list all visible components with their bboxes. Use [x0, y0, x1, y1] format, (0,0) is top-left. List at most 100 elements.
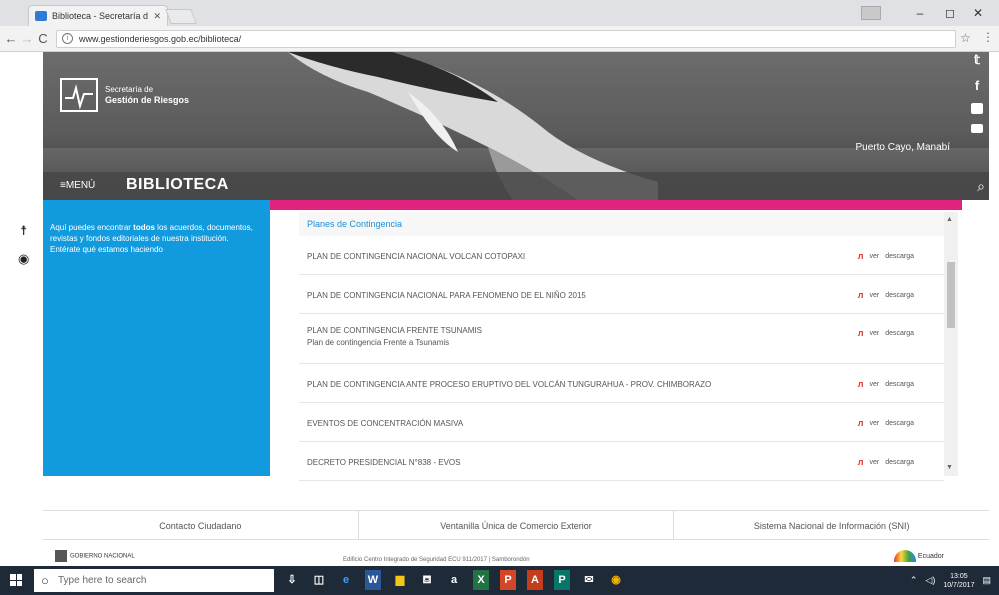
taskbar-apps: ⇩ ◫ e W ▆ ⛾ a X P A P ✉ ◉ [284, 570, 624, 590]
volume-icon[interactable]: ◁) [925, 575, 935, 586]
pdf-icon: ᴫ [857, 457, 864, 467]
edge-browser-icon[interactable]: e [338, 570, 354, 590]
view-link[interactable]: ver [869, 420, 879, 427]
menu-strip: ≡MENÚ BIBLIOTECA [43, 172, 989, 200]
clock-date: 10/7/2017 [943, 581, 975, 589]
view-link[interactable]: ver [869, 253, 879, 260]
pdf-icon: ᴫ [857, 379, 864, 389]
hero-banner: Secretaría de Gestión de Riesgos Puerto … [43, 52, 989, 200]
close-window-button[interactable]: ✕ [966, 4, 990, 22]
government-logo: GOBIERNO NACIONAL [55, 550, 135, 562]
microphone-icon[interactable]: ⇩ [284, 570, 300, 590]
download-link[interactable]: descarga [885, 253, 914, 260]
download-link[interactable]: descarga [885, 292, 914, 299]
minimize-button[interactable]: – [908, 4, 932, 22]
site-favicon-icon [35, 11, 47, 21]
footer-link-sni[interactable]: Sistema Nacional de Información (SNI) [674, 511, 989, 539]
photo-location: Puerto Cayo, Manabí [855, 142, 951, 153]
pdf-icon: ᴫ [857, 290, 864, 300]
excel-icon[interactable]: X [473, 570, 489, 590]
youtube-icon[interactable] [971, 103, 983, 114]
footer-link-contacto[interactable]: Contacto Ciudadano [43, 511, 359, 539]
clock-time: 13:05 [950, 572, 968, 580]
file-explorer-icon[interactable]: ▆ [392, 570, 408, 590]
tab-close-icon[interactable]: ✕ [153, 11, 161, 22]
document-actions: ᴫ ver descarga [858, 290, 914, 300]
document-row: DECRETO PRESIDENCIAL N°838 - EVOS ᴫ ver des… [299, 442, 944, 481]
tab-title: Biblioteca - Secretaría de [52, 11, 149, 21]
document-row: PLAN DE CONTINGENCIA NACIONAL PARA FENOM… [299, 275, 944, 314]
browser-tab-bar: Biblioteca - Secretaría de ✕ – ◻ ✕ [0, 0, 999, 26]
view-link[interactable]: ver [869, 330, 879, 337]
scrollbar-thumb[interactable] [947, 262, 955, 328]
document-title: PLAN DE CONTINGENCIA ANTE PROCESO ERUPTI… [307, 380, 712, 389]
ecuador-badge: Ecuador [894, 550, 944, 562]
publisher-icon[interactable]: P [554, 570, 570, 590]
intro-cta-link[interactable]: Entérate qué estamos haciendo [50, 244, 263, 255]
maximize-button[interactable]: ◻ [938, 4, 962, 22]
task-view-icon[interactable]: ◫ [311, 570, 327, 590]
browser-menu-icon[interactable]: ⋮ [982, 30, 994, 44]
page-title: BIBLIOTECA [126, 176, 229, 193]
document-title: PLAN DE CONTINGENCIA NACIONAL VOLCAN COT… [307, 252, 526, 261]
taskbar-clock[interactable]: 13:05 10/7/2017 [943, 572, 974, 590]
windows-taskbar: Type here to search ⇩ ◫ e W ▆ ⛾ a X P A … [0, 566, 999, 595]
document-row: PLAN DE CONTINGENCIA NACIONAL VOLCAN COT… [299, 236, 944, 275]
footer-links: Contacto Ciudadano Ventanilla Única de C… [43, 510, 989, 540]
category-header[interactable]: Planes de Contingencia [299, 212, 944, 236]
view-link[interactable]: ver [869, 292, 879, 299]
document-row: PLAN DE CONTINGENCIA FRENTE TSUNAMIS Plan… [299, 314, 944, 364]
scroll-up-icon[interactable]: ▲ [946, 216, 953, 223]
system-tray: ⌃ ◁) 13:05 10/7/2017 ▤ [910, 568, 991, 593]
twitter-icon[interactable]: 𝕥 [974, 52, 980, 68]
document-title: PLAN DE CONTINGENCIA FRENTE TSUNAMIS [307, 326, 482, 335]
start-button-icon[interactable] [10, 574, 22, 586]
chrome-icon[interactable]: ◉ [608, 570, 624, 590]
reload-button[interactable]: C [34, 29, 52, 49]
store-icon[interactable]: ⛾ [419, 570, 435, 590]
facebook-icon[interactable]: f [975, 78, 979, 93]
intro-text: Aquí puedes encontrar todos los acuerdos… [50, 223, 253, 243]
download-link[interactable]: descarga [885, 420, 914, 427]
footer-strip: GOBIERNO NACIONAL Edificio Centro Integr… [43, 548, 989, 566]
view-link[interactable]: ver [869, 459, 879, 466]
document-subtitle: Plan de contingencia Frente a Tsunamis [307, 338, 450, 347]
network-icon[interactable]: ⌃ [910, 575, 918, 586]
new-tab-button[interactable] [165, 9, 197, 24]
document-actions: ᴫ ver descarga [858, 457, 914, 467]
taskbar-search-input[interactable]: Type here to search [34, 569, 274, 592]
download-link[interactable]: descarga [885, 459, 914, 466]
notifications-icon[interactable]: ▤ [982, 575, 991, 586]
list-scrollbar[interactable]: ▲ ▼ [944, 212, 958, 476]
document-actions: ᴫ ver descarga [858, 418, 914, 428]
url-text: www.gestionderiesgos.gob.ec/biblioteca/ [79, 34, 242, 44]
word-icon[interactable]: W [365, 570, 381, 590]
amazon-icon[interactable]: a [446, 570, 462, 590]
bookmark-star-icon[interactable]: ☆ [960, 31, 971, 45]
powerpoint-icon[interactable]: P [500, 570, 516, 590]
site-logo[interactable]: Secretaría de Gestión de Riesgos [60, 78, 189, 112]
contrast-eye-icon[interactable]: ◉ [18, 251, 29, 267]
social-links: 𝕥 f [971, 52, 983, 133]
flickr-icon[interactable] [971, 124, 983, 133]
menu-toggle-button[interactable]: ≡MENÚ [60, 180, 95, 191]
view-link[interactable]: ver [869, 381, 879, 388]
pdf-icon: ᴫ [857, 328, 864, 338]
document-list: Planes de Contingencia PLAN DE CONTINGEN… [299, 212, 944, 481]
pdf-icon: ᴫ [857, 251, 864, 261]
download-link[interactable]: descarga [885, 330, 914, 337]
access-icon[interactable]: A [527, 570, 543, 590]
download-link[interactable]: descarga [885, 381, 914, 388]
info-icon[interactable]: i [62, 33, 73, 44]
logo-line1: Secretaría de [105, 85, 154, 94]
logo-text: Secretaría de Gestión de Riesgos [105, 85, 189, 105]
mail-icon[interactable]: ✉ [581, 570, 597, 590]
accessibility-person-icon[interactable]: ☨ [20, 223, 27, 239]
url-input[interactable]: i www.gestionderiesgos.gob.ec/biblioteca… [56, 30, 956, 48]
browser-tab[interactable]: Biblioteca - Secretaría de ✕ [28, 5, 168, 26]
footer-link-vuce[interactable]: Ventanilla Única de Comercio Exterior [359, 511, 675, 539]
scroll-down-icon[interactable]: ▼ [946, 464, 953, 471]
profile-icon[interactable] [861, 6, 881, 20]
document-actions: ᴫ ver descarga [858, 328, 914, 338]
search-icon[interactable]: ⌕ [977, 178, 985, 195]
